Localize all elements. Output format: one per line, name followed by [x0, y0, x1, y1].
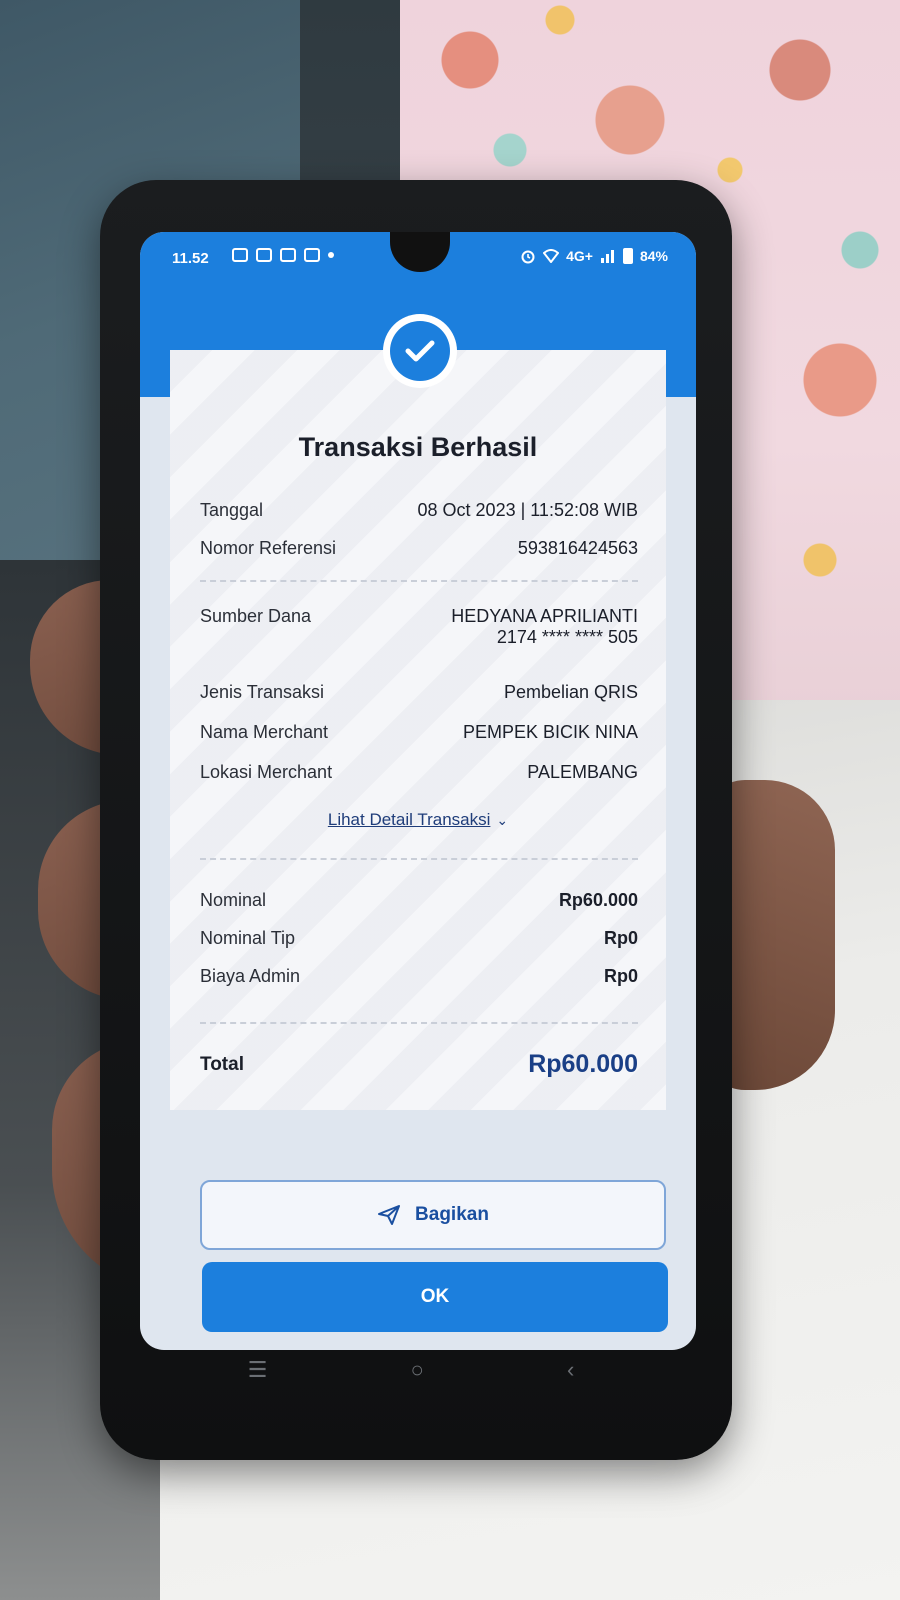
receipt-row-source: Sumber Dana HEDYANA APRILIANTI 2174 ****…	[200, 606, 638, 648]
row-label: Tanggal	[200, 500, 264, 520]
instagram-icon	[232, 248, 248, 262]
chevron-down-icon: ⌄	[496, 812, 509, 828]
receipt-row-admin-fee: Biaya Admin Rp0	[200, 966, 638, 987]
account-number: 2174 **** **** 505	[496, 627, 638, 647]
network-type: 4G+	[566, 248, 593, 264]
share-button[interactable]: Bagikan	[200, 1180, 666, 1250]
row-label: Biaya Admin	[200, 966, 301, 986]
row-value: PEMPEK BICIK NINA	[462, 722, 638, 742]
view-transaction-detail-link[interactable]: Lihat Detail Transaksi ⌄	[170, 810, 666, 830]
receipt-row-merchant-location: Lokasi Merchant PALEMBANG	[200, 762, 638, 783]
receipt-row-tip: Nominal Tip Rp0	[200, 928, 638, 949]
row-label: Lokasi Merchant	[200, 762, 333, 782]
send-icon	[378, 1205, 401, 1225]
row-label: Jenis Transaksi	[200, 682, 325, 702]
total-value: Rp60.000	[528, 1050, 638, 1078]
receipt-row-merchant-name: Nama Merchant PEMPEK BICIK NINA	[200, 722, 638, 743]
battery-percent: 84%	[639, 248, 668, 264]
row-value: Pembelian QRIS	[503, 682, 638, 702]
ok-button[interactable]: OK	[202, 1262, 668, 1332]
divider	[200, 580, 638, 582]
shopping-bag-icon	[280, 248, 296, 262]
youtube-icon	[304, 248, 320, 262]
share-button-label: Bagikan	[415, 1204, 489, 1225]
recent-apps-icon[interactable]: ☰	[248, 1357, 268, 1383]
success-badge	[383, 314, 457, 388]
row-value: Rp60.000	[558, 890, 638, 910]
row-label: Nominal Tip	[200, 928, 296, 948]
system-icons: 4G+ 84%	[520, 248, 668, 264]
receipt-title: Transaksi Berhasil	[298, 432, 538, 462]
signal-icon	[600, 250, 614, 263]
battery-icon	[622, 248, 633, 264]
row-label: Sumber Dana	[200, 606, 312, 626]
row-label: Nominal	[200, 890, 267, 910]
detail-link-label: Lihat Detail Transaksi	[327, 810, 491, 829]
receipt-row-date: Tanggal 08 Oct 2023 | 11:52:08 WIB	[200, 500, 638, 521]
alarm-icon	[521, 250, 535, 264]
receipt-card: Transaksi Berhasil Tanggal 08 Oct 2023 |…	[170, 344, 666, 1116]
row-label: Nomor Referensi	[200, 538, 337, 558]
more-notifications-icon	[328, 252, 334, 258]
ok-button-label: OK	[420, 1286, 450, 1307]
row-value: 593816424563	[517, 538, 638, 558]
account-holder-name: HEDYANA APRILIANTI	[451, 606, 638, 626]
row-value: 08 Oct 2023 | 11:52:08 WIB	[417, 500, 638, 520]
gallery-icon	[256, 248, 272, 262]
receipt-row-transaction-type: Jenis Transaksi Pembelian QRIS	[200, 682, 638, 703]
check-icon	[390, 321, 450, 381]
phone-screen: 11.52 4G+ 84% Transaksi Berhasil Tanggal…	[140, 232, 696, 1350]
row-value: Rp0	[603, 966, 638, 986]
receipt-row-total: Total Rp60.000	[200, 1050, 638, 1079]
status-time: 11.52	[172, 250, 209, 267]
divider	[200, 1022, 638, 1024]
android-nav-bar: ☰ ○ ‹	[176, 1340, 646, 1400]
home-icon[interactable]: ○	[411, 1357, 424, 1383]
total-label: Total	[200, 1053, 244, 1075]
divider	[200, 858, 638, 860]
row-value: Rp0	[603, 928, 638, 948]
row-value: PALEMBANG	[527, 762, 638, 782]
row-label: Nama Merchant	[200, 722, 329, 742]
notification-icons	[232, 248, 334, 262]
wifi-icon	[543, 249, 560, 263]
receipt-row-reference: Nomor Referensi 593816424563	[200, 538, 638, 559]
back-icon[interactable]: ‹	[567, 1357, 574, 1383]
receipt-row-nominal: Nominal Rp60.000	[200, 890, 638, 911]
